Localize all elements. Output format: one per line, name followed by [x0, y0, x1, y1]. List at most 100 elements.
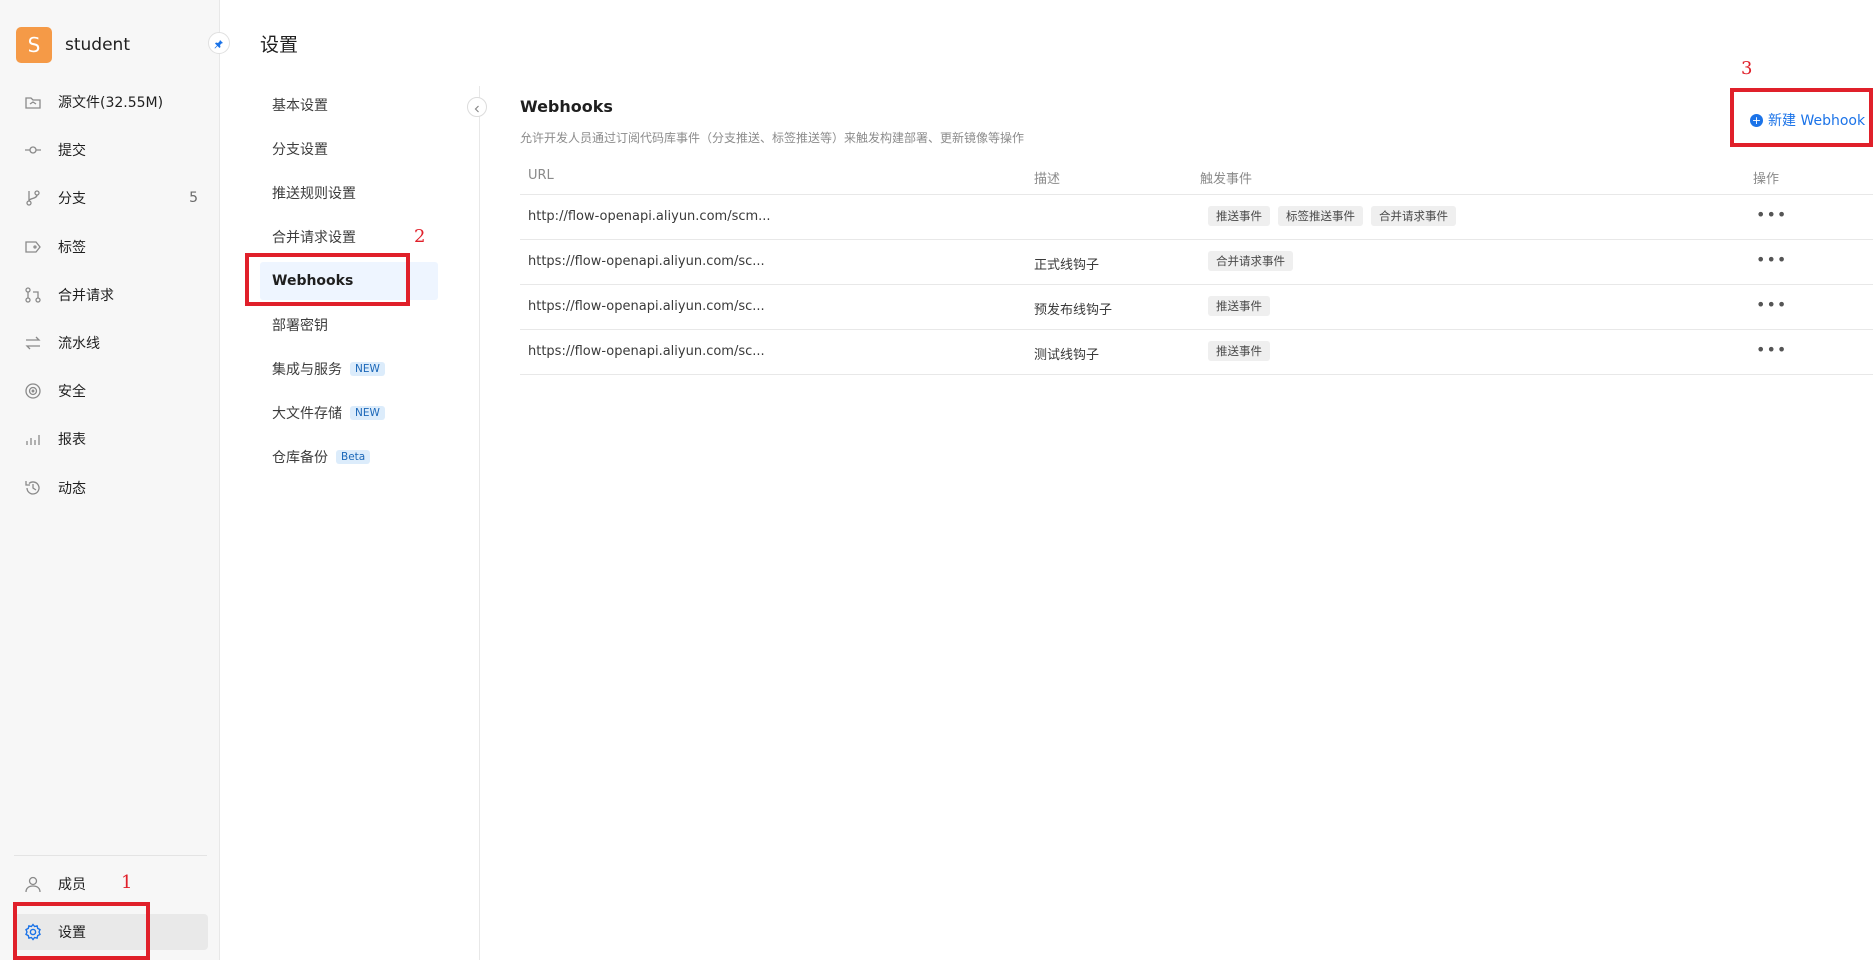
more-actions-icon[interactable]: ••• [1756, 205, 1787, 224]
repo-name: student [65, 35, 130, 55]
annotation-box-1 [13, 902, 150, 960]
submenu-item-lfs[interactable]: 大文件存储 NEW [260, 394, 438, 432]
annotation-box-3 [1730, 88, 1873, 147]
column-header-desc: 描述 [1034, 172, 1061, 187]
sidebar-item-tags[interactable]: 标签 [14, 229, 208, 265]
collapse-submenu-button[interactable] [467, 97, 487, 117]
pipeline-icon [24, 334, 42, 352]
repo-sidebar: S student 源文件(32.55M) 提交 分支 5 标签 合并请求 流水… [0, 0, 220, 960]
pin-icon [214, 34, 224, 53]
sidebar-item-label: 流水线 [58, 335, 100, 352]
event-tag: 推送事件 [1208, 206, 1270, 226]
new-badge: NEW [350, 406, 385, 420]
webhook-url[interactable]: https://flow-openapi.aliyun.com/sc... [528, 299, 765, 314]
submenu-item-backup[interactable]: 仓库备份 Beta [260, 438, 438, 476]
annotation-number-1: 1 [121, 872, 133, 893]
sidebar-item-label: 标签 [58, 239, 86, 256]
sidebar-divider [14, 855, 207, 856]
submenu-item-label: 合并请求设置 [272, 230, 356, 246]
sidebar-item-label: 源文件(32.55M) [58, 95, 164, 111]
column-header-url: URL [528, 168, 554, 183]
sidebar-nav: 源文件(32.55M) 提交 分支 5 标签 合并请求 流水线 安全 报表 动态 [14, 84, 208, 518]
branch-count: 5 [189, 190, 198, 207]
submenu-item-label: 基本设置 [272, 98, 328, 114]
branch-icon [24, 189, 42, 207]
webhooks-table: URL 描述 触发事件 操作 http://flow-openapi.aliyu… [520, 158, 1873, 375]
event-tag: 标签推送事件 [1278, 206, 1363, 226]
pin-sidebar-button[interactable] [208, 32, 230, 54]
merge-request-icon [24, 286, 42, 304]
submenu-item-branch[interactable]: 分支设置 [260, 130, 438, 168]
repo-header[interactable]: S student [16, 27, 130, 63]
webhook-desc: 测试线钩子 [1034, 348, 1100, 363]
webhooks-title: Webhooks [520, 97, 613, 116]
webhooks-description: 允许开发人员通过订阅代码库事件（分支推送、标签推送等）来触发构建部署、更新镜像等… [520, 131, 1025, 145]
more-actions-icon[interactable]: ••• [1756, 250, 1787, 269]
webhook-url[interactable]: https://flow-openapi.aliyun.com/sc... [528, 344, 765, 359]
report-icon [24, 430, 42, 448]
sidebar-item-pipelines[interactable]: 流水线 [14, 325, 208, 361]
sidebar-item-label: 动态 [58, 480, 86, 497]
sidebar-item-activity[interactable]: 动态 [14, 470, 208, 506]
annotation-number-2: 2 [414, 226, 426, 247]
submenu-item-merge-request[interactable]: 合并请求设置 [260, 218, 438, 256]
table-row: https://flow-openapi.aliyun.com/sc... 测试… [520, 330, 1873, 375]
submenu-item-integrations[interactable]: 集成与服务 NEW [260, 350, 438, 388]
submenu-item-label: 仓库备份 [272, 450, 328, 466]
event-tag: 推送事件 [1208, 341, 1270, 361]
webhook-url[interactable]: http://flow-openapi.aliyun.com/scm... [528, 209, 771, 224]
more-actions-icon[interactable]: ••• [1756, 340, 1787, 359]
more-actions-icon[interactable]: ••• [1756, 295, 1787, 314]
table-header: URL 描述 触发事件 操作 [520, 158, 1873, 195]
webhook-url[interactable]: https://flow-openapi.aliyun.com/sc... [528, 254, 765, 269]
submenu-item-push-rules[interactable]: 推送规则设置 [260, 174, 438, 212]
submenu-item-label: 集成与服务 [272, 362, 342, 378]
submenu-item-label: 大文件存储 [272, 406, 342, 422]
table-row: https://flow-openapi.aliyun.com/sc... 预发… [520, 285, 1873, 330]
page-title: 设置 [260, 34, 299, 56]
event-tag: 合并请求事件 [1208, 251, 1293, 271]
table-row: http://flow-openapi.aliyun.com/scm... 推送… [520, 195, 1873, 240]
annotation-number-3: 3 [1741, 58, 1753, 79]
annotation-box-2 [245, 253, 410, 306]
sidebar-item-label: 报表 [58, 432, 86, 449]
submenu-divider [479, 86, 480, 960]
submenu-item-label: 部署密钥 [272, 318, 328, 334]
submenu-item-deploy-keys[interactable]: 部署密钥 [260, 306, 438, 344]
webhook-events: 推送事件 标签推送事件 合并请求事件 [1208, 206, 1456, 226]
sidebar-item-commits[interactable]: 提交 [14, 132, 208, 168]
source-files-icon [24, 93, 42, 111]
sidebar-item-label: 安全 [58, 384, 86, 401]
webhook-events: 推送事件 [1208, 341, 1270, 361]
webhook-events: 合并请求事件 [1208, 251, 1293, 271]
sidebar-item-branches[interactable]: 分支 5 [14, 180, 208, 216]
security-icon [24, 382, 42, 400]
event-tag: 推送事件 [1208, 296, 1270, 316]
column-header-ops: 操作 [1753, 172, 1780, 187]
sidebar-item-security[interactable]: 安全 [14, 373, 208, 409]
column-header-events: 触发事件 [1200, 172, 1253, 187]
sidebar-item-source-files[interactable]: 源文件(32.55M) [14, 84, 208, 120]
sidebar-item-reports[interactable]: 报表 [14, 421, 208, 457]
table-row: https://flow-openapi.aliyun.com/sc... 正式… [520, 240, 1873, 285]
submenu-item-label: 分支设置 [272, 142, 328, 158]
tag-icon [24, 238, 42, 256]
sidebar-item-members[interactable]: 成员 [14, 866, 208, 902]
sidebar-item-label: 分支 [58, 191, 86, 208]
submenu-item-label: 推送规则设置 [272, 186, 356, 202]
sidebar-item-label: 成员 [58, 877, 86, 893]
chevron-left-icon [473, 98, 481, 117]
member-icon [24, 875, 42, 893]
sidebar-item-merge-requests[interactable]: 合并请求 [14, 277, 208, 313]
history-icon [24, 479, 42, 497]
sidebar-item-label: 提交 [58, 143, 86, 160]
repo-avatar: S [16, 27, 52, 63]
beta-badge: Beta [336, 450, 371, 464]
submenu-item-basic[interactable]: 基本设置 [260, 86, 438, 124]
new-badge: NEW [350, 362, 385, 376]
event-tag: 合并请求事件 [1371, 206, 1456, 226]
webhook-desc: 正式线钩子 [1034, 258, 1100, 273]
sidebar-item-label: 合并请求 [58, 287, 114, 304]
webhook-events: 推送事件 [1208, 296, 1270, 316]
webhook-desc: 预发布线钩子 [1034, 303, 1113, 318]
